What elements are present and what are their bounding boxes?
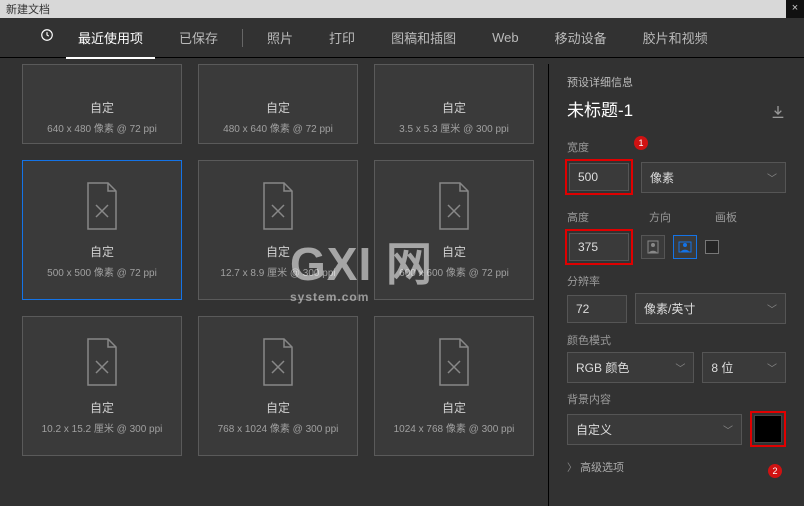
save-preset-icon[interactable] [770, 104, 786, 123]
file-icon [82, 337, 122, 387]
advanced-options-toggle[interactable]: 〉 高级选项 [567, 459, 786, 475]
close-button[interactable]: × [786, 0, 804, 18]
preset-title: 自定 [442, 99, 466, 116]
panel-header-label: 预设详细信息 [567, 74, 633, 90]
new-document-dialog: 最近使用项 已保存 照片 打印 图稿和插图 Web 移动设备 胶片和视频 自定 … [0, 18, 804, 506]
width-label: 宽度 [567, 139, 786, 155]
preset-sub: 3.5 x 5.3 厘米 @ 300 ppi [399, 120, 509, 135]
file-icon [258, 181, 298, 231]
preset-sub: 768 x 1024 像素 @ 300 ppi [218, 420, 339, 435]
preset-sub: 480 x 640 像素 @ 72 ppi [223, 120, 333, 135]
tab-web[interactable]: Web [480, 20, 531, 55]
background-color-swatch[interactable] [754, 415, 782, 443]
file-icon [82, 181, 122, 231]
divider [242, 29, 243, 47]
tab-recent[interactable]: 最近使用项 [66, 18, 155, 59]
file-icon [434, 181, 474, 231]
titlebar: 新建文档 [0, 0, 804, 18]
chevron-right-icon: 〉 [567, 463, 577, 474]
preset-card[interactable]: 自定 3.5 x 5.3 厘米 @ 300 ppi [374, 64, 534, 144]
recent-icon [40, 28, 54, 47]
resolution-label: 分辨率 [567, 273, 786, 289]
preset-sub: 600 x 600 像素 @ 72 ppi [399, 264, 509, 279]
preset-sub: 1024 x 768 像素 @ 300 ppi [394, 420, 515, 435]
preset-card[interactable]: 自定 10.2 x 15.2 厘米 @ 300 ppi [22, 316, 182, 456]
annotation-badge-2: 2 [768, 464, 782, 478]
preset-card[interactable]: 自定 640 x 480 像素 @ 72 ppi [22, 64, 182, 144]
preset-card[interactable]: 自定 1024 x 768 像素 @ 300 ppi [374, 316, 534, 456]
preset-details-panel: 预设详细信息 未标题-1 宽度 1 像素 ﹀ [548, 64, 804, 506]
preset-title: 自定 [442, 399, 466, 416]
preset-title: 自定 [90, 243, 114, 260]
document-title[interactable]: 未标题-1 [567, 96, 633, 121]
preset-title: 自定 [90, 399, 114, 416]
tab-art[interactable]: 图稿和插图 [379, 18, 468, 57]
preset-title: 自定 [266, 99, 290, 116]
preset-title: 自定 [90, 99, 114, 116]
width-unit-select[interactable]: 像素 ﹀ [641, 162, 786, 193]
bit-depth-select[interactable]: 8 位 ﹀ [702, 352, 786, 383]
orientation-landscape-button[interactable] [673, 235, 697, 259]
orientation-portrait-button[interactable] [641, 235, 665, 259]
resolution-unit-select[interactable]: 像素/英寸 ﹀ [635, 293, 786, 324]
preset-card-selected[interactable]: 自定 500 x 500 像素 @ 72 ppi [22, 160, 182, 300]
chevron-down-icon: ﹀ [675, 360, 685, 375]
preset-card[interactable]: 自定 768 x 1024 像素 @ 300 ppi [198, 316, 358, 456]
window-title: 新建文档 [6, 1, 50, 17]
preset-sub: 500 x 500 像素 @ 72 ppi [47, 264, 157, 279]
preset-title: 自定 [266, 243, 290, 260]
preset-sub: 640 x 480 像素 @ 72 ppi [47, 120, 157, 135]
annotation-badge-1: 1 [634, 136, 648, 150]
preset-card[interactable]: 自定 12.7 x 8.9 厘米 @ 300 ppi [198, 160, 358, 300]
height-label: 高度 [567, 209, 629, 225]
preset-sub: 12.7 x 8.9 厘米 @ 300 ppi [220, 264, 335, 279]
resolution-unit-value: 像素/英寸 [644, 300, 695, 317]
file-icon [258, 337, 298, 387]
height-input[interactable] [569, 233, 629, 261]
chevron-down-icon: ﹀ [723, 422, 733, 437]
resolution-input[interactable] [567, 295, 627, 323]
background-select[interactable]: 自定义 ﹀ [567, 414, 742, 445]
tab-photo[interactable]: 照片 [255, 18, 305, 57]
width-input[interactable] [569, 163, 629, 191]
advanced-label: 高级选项 [580, 462, 624, 474]
tab-print[interactable]: 打印 [317, 18, 367, 57]
chevron-down-icon: ﹀ [767, 170, 777, 185]
file-icon [434, 337, 474, 387]
preset-sub: 10.2 x 15.2 厘米 @ 300 ppi [42, 420, 163, 435]
chevron-down-icon: ﹀ [767, 360, 777, 375]
orientation-label: 方向 [649, 209, 671, 225]
background-label: 背景内容 [567, 391, 786, 407]
width-unit-value: 像素 [650, 169, 674, 186]
preset-title: 自定 [266, 399, 290, 416]
chevron-down-icon: ﹀ [767, 301, 777, 316]
color-mode-label: 颜色模式 [567, 332, 786, 348]
preset-title: 自定 [442, 243, 466, 260]
background-value: 自定义 [576, 421, 612, 438]
artboard-label: 画板 [715, 209, 737, 225]
tab-film[interactable]: 胶片和视频 [631, 18, 720, 57]
bit-depth-value: 8 位 [711, 359, 733, 376]
color-mode-value: RGB 颜色 [576, 359, 629, 376]
preset-grid-area: 自定 640 x 480 像素 @ 72 ppi 自定 480 x 640 像素… [0, 64, 548, 506]
tab-saved[interactable]: 已保存 [167, 18, 230, 57]
category-tabs: 最近使用项 已保存 照片 打印 图稿和插图 Web 移动设备 胶片和视频 [0, 18, 804, 58]
artboard-checkbox[interactable] [705, 240, 719, 254]
preset-card[interactable]: 自定 480 x 640 像素 @ 72 ppi [198, 64, 358, 144]
color-mode-select[interactable]: RGB 颜色 ﹀ [567, 352, 694, 383]
tab-mobile[interactable]: 移动设备 [543, 18, 619, 57]
preset-card[interactable]: 自定 600 x 600 像素 @ 72 ppi [374, 160, 534, 300]
